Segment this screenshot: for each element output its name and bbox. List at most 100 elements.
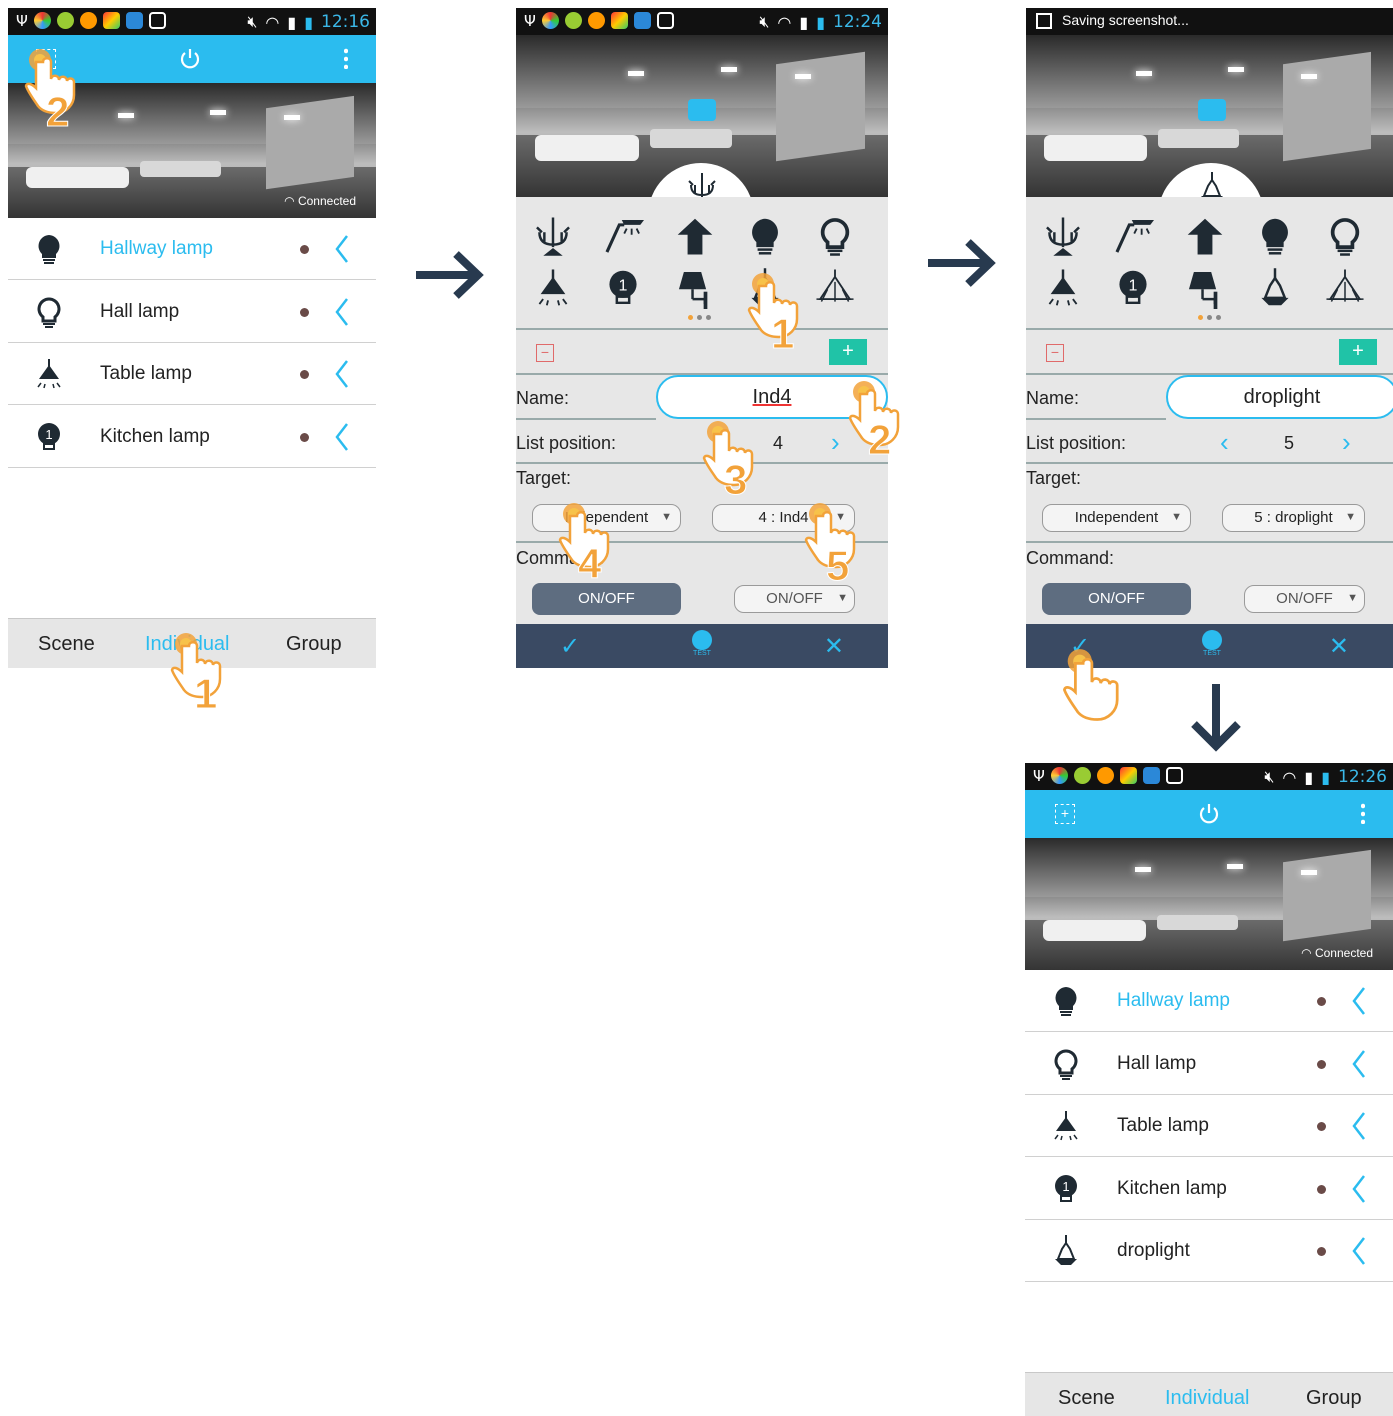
app-icon: [587, 12, 605, 29]
chevron-left-icon[interactable]: [1351, 1174, 1367, 1204]
mute-icon: 🔇︎: [759, 12, 770, 31]
lamp-type-option[interactable]: [602, 267, 646, 311]
bulb-test-icon: [1202, 630, 1222, 650]
lamp-row[interactable]: Hallway lamp: [8, 218, 376, 280]
lamp-icon-holder: [32, 232, 66, 266]
chevron-left-icon[interactable]: [334, 234, 350, 264]
lamp-type-option[interactable]: [744, 215, 788, 259]
tab-individual[interactable]: Individual: [1165, 1387, 1250, 1410]
lamp-type-option[interactable]: [1184, 215, 1228, 259]
lamp-row[interactable]: droplight: [1025, 1220, 1393, 1282]
add-screenshot-icon[interactable]: +: [1055, 804, 1075, 824]
power-icon[interactable]: [178, 47, 202, 71]
bulb-outline-icon: [37, 297, 61, 329]
close-icon[interactable]: ✕: [824, 632, 844, 661]
lamp-type-option[interactable]: [674, 267, 718, 311]
lamp-type-option[interactable]: [602, 215, 646, 259]
chevron-left-icon[interactable]: [1351, 986, 1367, 1016]
chevron-left-icon[interactable]: [334, 422, 350, 452]
test-button[interactable]: TEST: [1200, 630, 1224, 662]
position-increase-icon[interactable]: ›: [1342, 429, 1351, 455]
bulb-outline-icon: [820, 218, 850, 258]
confirm-check-icon[interactable]: ✓: [560, 632, 580, 661]
target-item-select[interactable]: 5 : droplight ▼: [1222, 504, 1365, 532]
command-secondary-value: ON/OFF: [1276, 590, 1333, 607]
app-icon: [633, 12, 651, 29]
lamp-type-option[interactable]: [1042, 267, 1086, 311]
chevron-left-icon[interactable]: [334, 359, 350, 389]
position-decrease-icon[interactable]: ‹: [1220, 429, 1229, 455]
app-icon: [79, 12, 97, 29]
lamp-type-option[interactable]: [814, 215, 858, 259]
connection-status: ◠ Connected: [284, 194, 356, 208]
lamp-type-option[interactable]: [1254, 266, 1298, 311]
name-input[interactable]: droplight: [1166, 375, 1393, 419]
clock: 12:24: [833, 12, 882, 32]
app-icon: [1142, 767, 1160, 784]
camera-icon[interactable]: [688, 99, 716, 121]
tab-scene[interactable]: Scene: [38, 633, 95, 656]
status-dot: [1317, 1122, 1326, 1131]
lamp-type-option[interactable]: [1324, 215, 1368, 259]
app-icon: [564, 12, 582, 29]
position-increase-icon[interactable]: ›: [831, 429, 840, 455]
overflow-menu-icon[interactable]: [1361, 802, 1365, 824]
lamp-type-option[interactable]: [814, 267, 858, 311]
remove-lamp-button[interactable]: −: [1046, 344, 1064, 362]
hand-pointer-icon: [1063, 647, 1119, 721]
status-bar: Ψ 🔇︎ ◠ ▮ ▮ 12:26: [1025, 763, 1393, 790]
chevron-left-icon[interactable]: [1351, 1111, 1367, 1141]
lamp-row[interactable]: Hallway lamp: [1025, 970, 1393, 1032]
room-photo: ◠ Connected: [1025, 838, 1393, 970]
lamp-icon-holder: [32, 295, 66, 329]
lamp-row[interactable]: Kitchen lamp: [8, 405, 376, 468]
lamp-row[interactable]: Table lamp: [1025, 1095, 1393, 1157]
lamp-type-option[interactable]: [1324, 267, 1368, 311]
lamp-type-option[interactable]: [1254, 215, 1298, 259]
lamp-row[interactable]: Hall lamp: [8, 280, 376, 343]
tab-group[interactable]: Group: [286, 633, 342, 656]
lamp-type-option[interactable]: [1042, 215, 1086, 259]
lamp-type-option[interactable]: [532, 215, 576, 259]
saving-notice: Saving screenshot...: [1062, 12, 1189, 28]
chevron-left-icon[interactable]: [1351, 1236, 1367, 1266]
chevron-left-icon[interactable]: [1351, 1049, 1367, 1079]
image-icon: [148, 12, 166, 29]
command-primary-button[interactable]: ON/OFF: [1042, 583, 1191, 615]
test-button[interactable]: TEST: [690, 630, 714, 662]
wifi-icon: ◠: [265, 12, 280, 32]
lamp-type-option[interactable]: [674, 215, 718, 259]
bulb-icon: [752, 218, 778, 255]
lamp-row[interactable]: Table lamp: [8, 343, 376, 405]
app-icon: [1073, 767, 1091, 784]
lamp-row[interactable]: Kitchen lamp: [1025, 1157, 1393, 1220]
dialog-action-bar: ✓ TEST ✕: [516, 624, 888, 668]
wifi-icon: ◠: [284, 194, 298, 208]
close-icon[interactable]: ✕: [1329, 632, 1349, 661]
app-icon: [610, 12, 628, 29]
lamp-type-option[interactable]: [1112, 215, 1156, 259]
wifi-icon: ◠: [777, 12, 792, 32]
lamp-type-option[interactable]: [1184, 267, 1228, 311]
remove-lamp-button[interactable]: −: [536, 344, 554, 362]
tab-group[interactable]: Group: [1306, 1387, 1362, 1410]
bulb-test-icon: [692, 630, 712, 650]
lamp-type-option[interactable]: [1112, 267, 1156, 311]
command-secondary-select[interactable]: ON/OFF ▼: [1244, 585, 1365, 613]
target-type-select[interactable]: Independent ▼: [1042, 504, 1191, 532]
step-number: 4: [577, 540, 602, 588]
power-icon[interactable]: [1197, 802, 1221, 826]
overflow-menu-icon[interactable]: [344, 47, 348, 69]
camera-icon[interactable]: [1198, 99, 1226, 121]
chevron-left-icon[interactable]: [334, 297, 350, 327]
chandelier-icon: [535, 216, 571, 256]
lamp-type-option[interactable]: [532, 267, 576, 311]
mute-icon: 🔇︎: [247, 12, 258, 31]
tab-scene[interactable]: Scene: [1058, 1387, 1115, 1410]
add-lamp-button[interactable]: +: [1339, 339, 1377, 365]
app-icon: [1050, 767, 1068, 784]
add-lamp-button[interactable]: +: [829, 339, 867, 365]
screen-4-updated-lamp-list: Ψ 🔇︎ ◠ ▮ ▮ 12:26 + ◠ Connected Hallway l…: [1025, 763, 1393, 1416]
lamp-row[interactable]: Hall lamp: [1025, 1032, 1393, 1095]
up-lamp-icon: [1187, 218, 1223, 255]
